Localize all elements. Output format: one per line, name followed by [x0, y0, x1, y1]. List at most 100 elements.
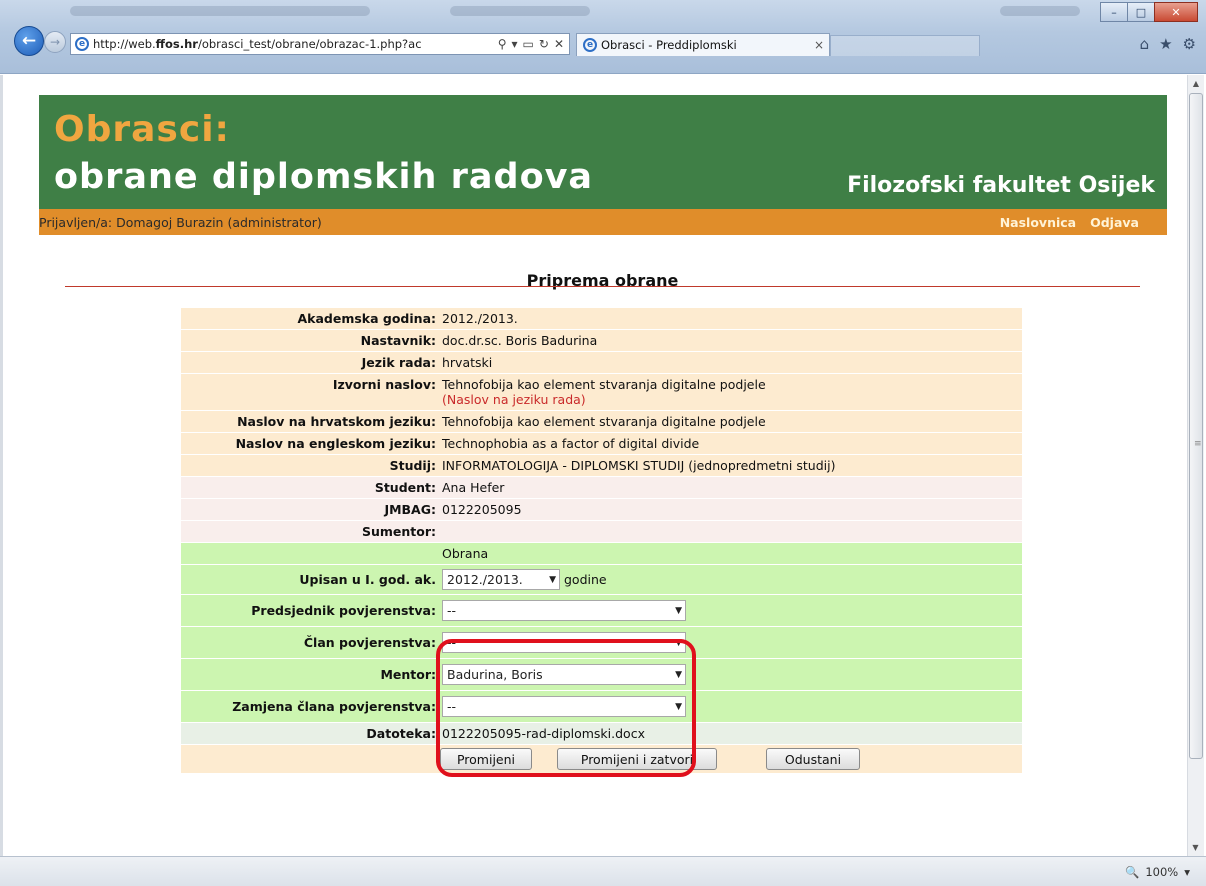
scroll-up-icon[interactable]: ▲ — [1188, 75, 1204, 92]
zoom-control[interactable]: 🔍 100% ▾ — [1125, 865, 1190, 879]
title-divider — [65, 286, 1140, 287]
tab-obrasci[interactable]: e Obrasci - Preddiplomski × — [576, 33, 830, 56]
label-predsjednik: Predsjednik povjerenstva: — [251, 603, 436, 618]
back-icon[interactable]: ← — [14, 26, 44, 56]
browser-tools: ⌂ ★ ⚙ — [1140, 35, 1196, 53]
value-sumentor — [440, 521, 1022, 527]
row-izvorni-naslov: Izvorni naslov: Tehnofobija kao element … — [181, 374, 1022, 411]
izvorni-naslov-note: (Naslov na jeziku rada) — [442, 392, 586, 407]
home-link[interactable]: Naslovnica — [1000, 215, 1076, 230]
page-banner: Obrasci: obrane diplomskih radova Filozo… — [39, 95, 1167, 209]
maximize-icon[interactable]: □ — [1127, 2, 1155, 22]
value-predsjednik: -- ▼ — [440, 597, 1022, 624]
label-upisan: Upisan u I. god. ak. — [299, 572, 436, 587]
banner-title: Obrasci: — [54, 109, 230, 150]
label-jmbag: JMBAG: — [384, 502, 436, 517]
faculty-name: Filozofski fakultet Osijek — [847, 173, 1155, 198]
address-bar[interactable]: e http://web.ffos.hr/obrasci_test/obrane… — [70, 33, 570, 55]
zoom-icon: 🔍 — [1125, 865, 1140, 879]
home-icon[interactable]: ⌂ — [1140, 35, 1150, 53]
label-empty — [181, 745, 440, 766]
scroll-down-icon[interactable]: ▼ — [1188, 839, 1203, 856]
ie-page-icon: e — [75, 37, 89, 51]
upisan-suffix: godine — [564, 572, 607, 587]
cancel-button[interactable]: Odustani — [766, 748, 860, 770]
label-zamjena: Zamjena člana povjerenstva: — [232, 699, 436, 714]
value-upisan: 2012./2013. ▼ godine — [440, 566, 1022, 593]
chevron-down-icon[interactable]: ▾ — [1184, 865, 1190, 879]
gear-icon[interactable]: ⚙ — [1183, 35, 1196, 53]
scrollbar-thumb[interactable]: ≡ — [1189, 93, 1203, 759]
address-bar-actions: ⚲ ▾ ▭ ↻ ✕ — [493, 37, 569, 51]
label-naslov-en: Naslov na engleskom jeziku: — [235, 436, 436, 451]
window-left-edge — [0, 75, 3, 856]
page-viewport: Obrasci: obrane diplomskih radova Filozo… — [0, 75, 1206, 856]
value-jezik-rada: hrvatski — [442, 355, 493, 370]
minimize-icon[interactable]: – — [1100, 2, 1128, 22]
row-jmbag: JMBAG: 0122205095 — [181, 499, 1022, 521]
browser-titlebar: – □ ✕ ← → e http://web.ffos.hr/obrasci_t… — [0, 0, 1206, 74]
blurred-menu-strip — [70, 6, 370, 16]
tab-close-icon[interactable]: × — [809, 38, 829, 52]
forward-icon[interactable]: → — [44, 31, 66, 53]
annotation-highlight-box — [436, 639, 696, 777]
close-window-icon[interactable]: ✕ — [1154, 2, 1198, 22]
label-naslov-hr: Naslov na hrvatskom jeziku: — [237, 414, 436, 429]
label-datoteka: Datoteka: — [366, 726, 436, 741]
value-akademska-godina: 2012./2013. — [442, 311, 518, 326]
label-student: Student: — [374, 480, 436, 495]
page-title: Priprema obrane — [526, 271, 679, 290]
row-upisan: Upisan u I. god. ak. 2012./2013. ▼ godin… — [181, 565, 1022, 595]
upisan-year-selected: 2012./2013. — [447, 572, 523, 587]
value-nastavnik: doc.dr.sc. Boris Badurina — [442, 333, 598, 348]
label-jezik-rada: Jezik rada: — [361, 355, 436, 370]
label-clan: Član povjerenstva: — [303, 635, 436, 650]
label-studij: Studij: — [389, 458, 436, 473]
user-bar: Prijavljen/a: Domagoj Burazin (administr… — [39, 209, 1167, 235]
chevron-down-icon: ▼ — [549, 574, 556, 585]
row-jezik-rada: Jezik rada: hrvatski — [181, 352, 1022, 374]
label-akademska-godina: Akademska godina: — [297, 311, 436, 326]
value-naslov-hr: Tehnofobija kao element stvaranja digita… — [442, 414, 766, 429]
vertical-scrollbar[interactable]: ▲ ≡ ▼ — [1187, 75, 1204, 856]
label-empty — [181, 543, 440, 564]
label-mentor: Mentor: — [380, 667, 436, 682]
value-studij: INFORMATOLOGIJA - DIPLOMSKI STUDIJ (jedn… — [442, 458, 836, 473]
dropdown-icon[interactable]: ▾ — [512, 37, 518, 51]
label-izvorni-naslov: Izvorni naslov: — [332, 377, 436, 392]
zoom-level: 100% — [1145, 865, 1179, 879]
compat-view-icon[interactable]: ▭ — [523, 37, 534, 51]
window-controls: – □ ✕ — [1100, 2, 1198, 22]
label-sumentor: Sumentor: — [361, 524, 436, 539]
section-obrana: Obrana — [442, 546, 489, 561]
predsjednik-selected: -- — [447, 603, 457, 618]
user-links: Naslovnica Odjava — [1000, 215, 1167, 230]
row-studij: Studij: INFORMATOLOGIJA - DIPLOMSKI STUD… — [181, 455, 1022, 477]
row-akademska-godina: Akademska godina: 2012./2013. — [181, 308, 1022, 330]
value-izvorni-naslov: Tehnofobija kao element stvaranja digita… — [440, 374, 1022, 410]
value-naslov-en: Technophobia as a factor of digital divi… — [442, 436, 700, 451]
tab-title: Obrasci - Preddiplomski — [601, 38, 737, 52]
value-jmbag: 0122205095 — [442, 502, 522, 517]
row-nastavnik: Nastavnik: doc.dr.sc. Boris Badurina — [181, 330, 1022, 352]
tab-favicon-icon: e — [583, 38, 597, 52]
logout-link[interactable]: Odjava — [1090, 215, 1139, 230]
refresh-icon[interactable]: ↻ — [539, 37, 549, 51]
row-naslov-en: Naslov na engleskom jeziku: Technophobia… — [181, 433, 1022, 455]
row-student: Student: Ana Hefer — [181, 477, 1022, 499]
blurred-toolbar-strip — [450, 6, 590, 16]
logged-in-user: Prijavljen/a: Domagoj Burazin (administr… — [39, 214, 322, 230]
predsjednik-select[interactable]: -- ▼ — [442, 600, 686, 621]
banner-subtitle: obrane diplomskih radova — [54, 157, 594, 197]
row-predsjednik: Predsjednik povjerenstva: -- ▼ — [181, 595, 1022, 627]
url-text[interactable]: http://web.ffos.hr/obrasci_test/obrane/o… — [93, 37, 493, 51]
row-sumentor: Sumentor: — [181, 521, 1022, 543]
status-bar: 🔍 100% ▾ — [0, 856, 1206, 886]
search-icon[interactable]: ⚲ — [498, 37, 507, 51]
stop-icon[interactable]: ✕ — [554, 37, 564, 51]
chevron-down-icon: ▼ — [675, 605, 682, 616]
upisan-year-select[interactable]: 2012./2013. ▼ — [442, 569, 560, 590]
row-obrana-header: Obrana — [181, 543, 1022, 565]
star-icon[interactable]: ★ — [1159, 35, 1172, 53]
new-tab-button[interactable] — [830, 35, 980, 56]
